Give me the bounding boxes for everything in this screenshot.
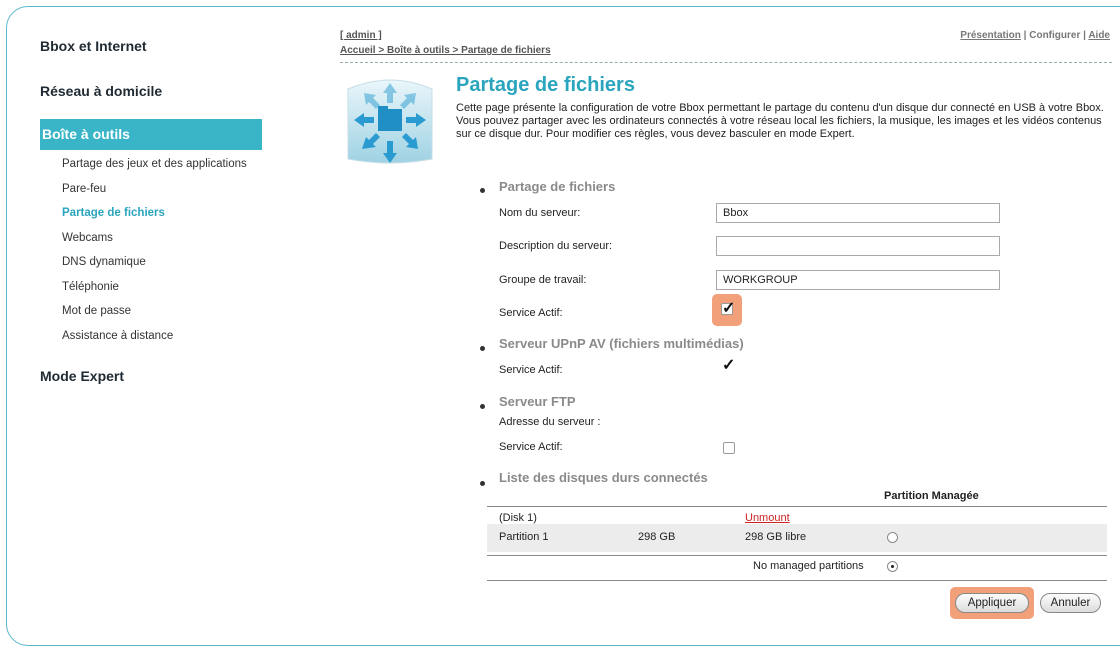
partition-radio[interactable] xyxy=(887,532,898,543)
table-divider xyxy=(487,580,1107,581)
sidebar-subitem-telephonie[interactable]: Téléphonie xyxy=(62,280,247,305)
ftp-service-checkbox[interactable] xyxy=(723,442,735,454)
bullet-icon xyxy=(480,481,485,486)
table-divider xyxy=(487,555,1107,556)
ftp-address-label: Adresse du serveur : xyxy=(499,416,601,428)
sidebar-submenu: Partage des jeux et des applications Par… xyxy=(62,157,247,353)
breadcrumb: Accueil > Boîte à outils > Partage de fi… xyxy=(340,45,551,56)
bullet-icon xyxy=(480,346,485,351)
ftp-service-label: Service Actif: xyxy=(499,441,563,453)
bullet-icon xyxy=(480,404,485,409)
no-managed-radio[interactable] xyxy=(887,561,898,572)
disk-label: (Disk 1) xyxy=(499,512,537,524)
partition-size: 298 GB xyxy=(638,531,676,543)
sidebar-subitem-mot-de-passe[interactable]: Mot de passe xyxy=(62,304,247,329)
sidebar-subitem-assistance[interactable]: Assistance à distance xyxy=(62,329,247,354)
upnp-service-checkbox[interactable]: ✓ xyxy=(721,357,735,374)
server-desc-label: Description du serveur: xyxy=(499,240,613,252)
page-intro: Cette page présente la configuration de … xyxy=(456,102,1104,140)
partition-free: 298 GB libre xyxy=(745,531,807,543)
partition-name: Partition 1 xyxy=(499,531,549,543)
breadcrumb-link[interactable]: Accueil > Boîte à outils > Partage de fi… xyxy=(340,45,551,56)
sidebar-subitem-dns-dynamique[interactable]: DNS dynamique xyxy=(62,255,247,280)
server-name-label: Nom du serveur: xyxy=(499,207,581,219)
server-name-input[interactable] xyxy=(716,203,1000,223)
sidebar-item-boite-a-outils[interactable]: Boîte à outils xyxy=(40,119,262,150)
sidebar-item-reseau-domicile[interactable]: Réseau à domicile xyxy=(40,83,162,99)
section-title-ftp: Serveur FTP xyxy=(499,394,576,409)
file-sharing-icon xyxy=(347,79,433,164)
admin-link[interactable]: [ admin ] xyxy=(340,30,382,41)
sidebar-subitem-pare-feu[interactable]: Pare-feu xyxy=(62,182,247,207)
sidebar-item-mode-expert[interactable]: Mode Expert xyxy=(40,368,124,384)
server-desc-input[interactable] xyxy=(716,236,1000,256)
aide-link[interactable]: Aide xyxy=(1088,30,1110,41)
page-title: Partage de fichiers xyxy=(456,74,635,96)
top-bar: [ admin ] Présentation | Configurer | Ai… xyxy=(340,30,1110,41)
sidebar-subitem-partage-jeux[interactable]: Partage des jeux et des applications xyxy=(62,157,247,182)
workgroup-input[interactable] xyxy=(716,270,1000,290)
column-header-partition: Partition Managée xyxy=(884,490,979,502)
section-title-upnp: Serveur UPnP AV (fichiers multimédias) xyxy=(499,336,744,351)
file-sharing-service-checkbox[interactable]: ✓ xyxy=(721,300,735,317)
upnp-service-label: Service Actif: xyxy=(499,364,563,376)
section-title-partage: Partage de fichiers xyxy=(499,179,616,194)
sidebar-subitem-partage-fichiers[interactable]: Partage de fichiers xyxy=(62,206,247,231)
apply-button[interactable]: Appliquer xyxy=(955,593,1029,613)
table-divider xyxy=(487,506,1107,507)
sidebar-item-bbox-internet[interactable]: Bbox et Internet xyxy=(40,38,147,54)
top-nav-separator: | xyxy=(1020,30,1030,41)
section-title-disques: Liste des disques durs connectés xyxy=(499,470,708,485)
cancel-button[interactable]: Annuler xyxy=(1040,593,1101,613)
top-nav: Présentation | Configurer | Aide xyxy=(960,30,1110,41)
configurer-link[interactable]: Configurer xyxy=(1029,30,1080,41)
unmount-link[interactable]: Unmount xyxy=(745,512,790,524)
bullet-icon xyxy=(480,188,485,193)
no-managed-label: No managed partitions xyxy=(753,560,864,572)
sidebar-subitem-webcams[interactable]: Webcams xyxy=(62,231,247,256)
presentation-link[interactable]: Présentation xyxy=(960,30,1021,41)
service-active-label: Service Actif: xyxy=(499,307,563,319)
workgroup-label: Groupe de travail: xyxy=(499,274,587,286)
divider xyxy=(340,62,1112,63)
